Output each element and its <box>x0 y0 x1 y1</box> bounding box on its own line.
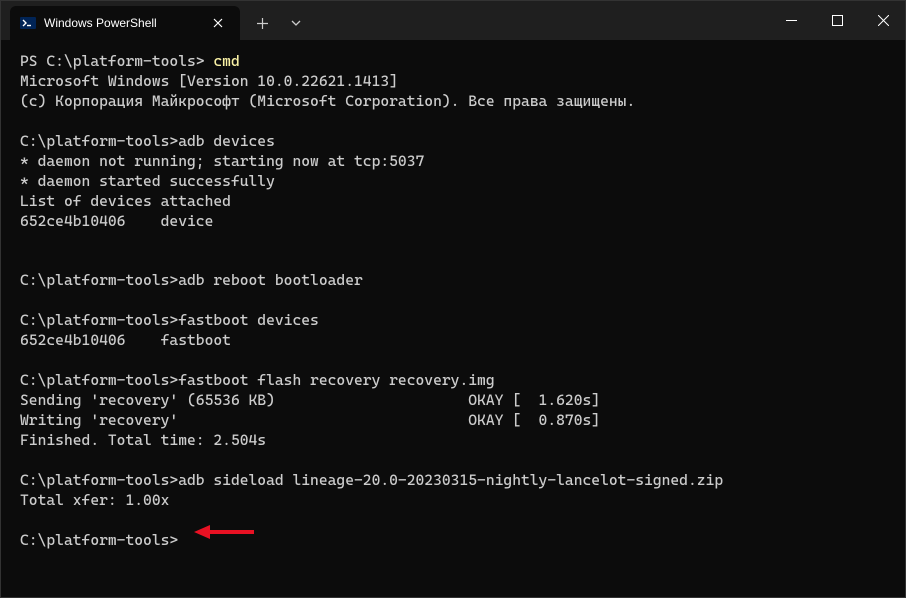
output-line: C:\platform-tools>adb reboot bootloader <box>20 271 363 289</box>
titlebar-drag-area[interactable] <box>318 0 768 40</box>
output-line: C:\platform-tools>adb devices <box>20 132 275 150</box>
tab-title: Windows PowerShell <box>44 16 200 30</box>
output-line: 652ce4b10406 device <box>20 212 213 230</box>
minimize-button[interactable] <box>768 0 814 40</box>
output-line: C:\platform-tools>fastboot devices <box>20 311 319 329</box>
output-line: (c) Корпорация Майкрософт (Microsoft Cor… <box>20 92 635 110</box>
output-line: Finished. Total time: 2.504s <box>20 431 266 449</box>
output-line: C:\platform-tools>adb sideload lineage-2… <box>20 471 723 489</box>
output-line: C:\platform-tools>fastboot flash recover… <box>20 371 495 389</box>
output-line: * daemon started successfully <box>20 172 275 190</box>
output-line: Sending 'recovery' (65536 KB) OKAY [ 1.6… <box>20 391 600 409</box>
prompt-ps: PS C:\platform-tools> <box>20 52 213 70</box>
powershell-icon <box>20 15 36 31</box>
output-line: List of devices attached <box>20 192 231 210</box>
output-line: Total xfer: 1.00x <box>20 491 169 509</box>
tab-controls <box>240 6 318 40</box>
new-tab-button[interactable] <box>246 8 278 38</box>
maximize-button[interactable] <box>814 0 860 40</box>
output-line: 652ce4b10406 fastboot <box>20 331 231 349</box>
output-line: C:\platform-tools> <box>20 531 178 549</box>
output-line: Microsoft Windows [Version 10.0.22621.14… <box>20 72 398 90</box>
cmd-text: cmd <box>213 52 239 70</box>
titlebar: Windows PowerShell <box>0 0 906 40</box>
close-icon[interactable] <box>208 13 228 33</box>
output-line: Writing 'recovery' OKAY [ 0.870s] <box>20 411 600 429</box>
tab-powershell[interactable]: Windows PowerShell <box>10 6 240 40</box>
terminal-output[interactable]: PS C:\platform-tools> cmd Microsoft Wind… <box>0 40 906 598</box>
output-line: * daemon not running; starting now at tc… <box>20 152 424 170</box>
window-controls <box>768 0 906 40</box>
tab-dropdown-button[interactable] <box>280 8 312 38</box>
window-close-button[interactable] <box>860 0 906 40</box>
